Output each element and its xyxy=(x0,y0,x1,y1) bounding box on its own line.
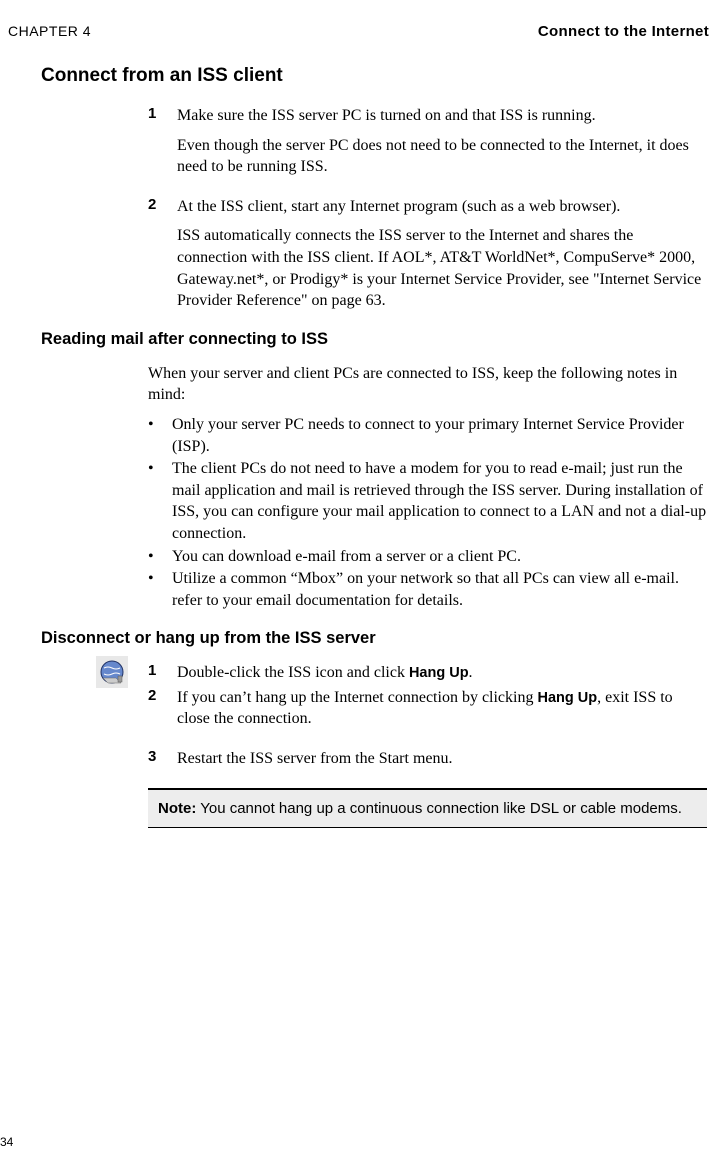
bullet-list: • Only your server PC needs to connect t… xyxy=(148,414,707,611)
bullet-text: The client PCs do not need to have a mod… xyxy=(172,458,707,544)
step-paragraph: ISS automatically connects the ISS serve… xyxy=(177,225,707,311)
iss-icon xyxy=(96,656,128,688)
note-text: You cannot hang up a continuous connecti… xyxy=(196,800,682,817)
list-item: • The client PCs do not need to have a m… xyxy=(148,458,707,544)
page-content: Connect from an ISS client 1 Make sure t… xyxy=(0,40,717,828)
step-paragraph: Make sure the ISS server PC is turned on… xyxy=(177,105,707,127)
section-title-connect-from-iss-client: Connect from an ISS client xyxy=(41,65,707,87)
step-paragraph: At the ISS client, start any Internet pr… xyxy=(177,196,707,218)
step-text: If you can’t hang up the Internet connec… xyxy=(177,687,707,730)
step-text: Restart the ISS server from the Start me… xyxy=(177,748,453,770)
step-number: 3 xyxy=(148,748,177,770)
step-number: 2 xyxy=(148,196,177,312)
chapter-title: Connect to the Internet xyxy=(538,23,709,40)
step-paragraph: Even though the server PC does not need … xyxy=(177,135,707,178)
step-number: 1 xyxy=(148,105,177,178)
note-box: Note: You cannot hang up a continuous co… xyxy=(148,788,707,828)
body-paragraph: When your server and client PCs are conn… xyxy=(148,363,707,406)
step-number: 1 xyxy=(148,662,177,684)
step-number: 2 xyxy=(148,687,177,730)
note-label: Note: xyxy=(158,800,196,817)
subsection-title-reading-mail: Reading mail after connecting to ISS xyxy=(41,330,707,349)
step-text-bold: Hang Up xyxy=(537,690,597,706)
step-3: 3 Restart the ISS server from the Start … xyxy=(148,748,707,770)
step-2: 2 If you can’t hang up the Internet conn… xyxy=(148,687,707,730)
bullet-text: Only your server PC needs to connect to … xyxy=(172,414,707,457)
list-item: • You can download e-mail from a server … xyxy=(148,546,707,568)
step-text-bold: Hang Up xyxy=(409,665,469,681)
bullet-marker: • xyxy=(148,458,172,544)
step-2: 2 At the ISS client, start any Internet … xyxy=(148,196,707,312)
page-number: 34 xyxy=(0,1135,13,1149)
step-1: 1 Make sure the ISS server PC is turned … xyxy=(148,105,707,178)
step-text: Make sure the ISS server PC is turned on… xyxy=(177,105,707,178)
list-item: • Utilize a common “Mbox” on your networ… xyxy=(148,568,707,611)
bullet-marker: • xyxy=(148,414,172,457)
page-header: CHAPTER 4 Connect to the Internet xyxy=(0,0,717,40)
bullet-marker: • xyxy=(148,546,172,568)
step-text-pre: Double-click the ISS icon and click xyxy=(177,664,409,681)
step-1: 1 Double-click the ISS icon and click Ha… xyxy=(148,662,707,684)
bullet-text: You can download e-mail from a server or… xyxy=(172,546,521,568)
step-text: Double-click the ISS icon and click Hang… xyxy=(177,662,473,684)
chapter-label: CHAPTER 4 xyxy=(8,23,91,39)
step-text-post: . xyxy=(469,664,473,681)
subsection-title-disconnect: Disconnect or hang up from the ISS serve… xyxy=(41,629,707,648)
step-text: At the ISS client, start any Internet pr… xyxy=(177,196,707,312)
bullet-text: Utilize a common “Mbox” on your network … xyxy=(172,568,707,611)
step-text-pre: If you can’t hang up the Internet connec… xyxy=(177,689,537,706)
bullet-marker: • xyxy=(148,568,172,611)
list-item: • Only your server PC needs to connect t… xyxy=(148,414,707,457)
